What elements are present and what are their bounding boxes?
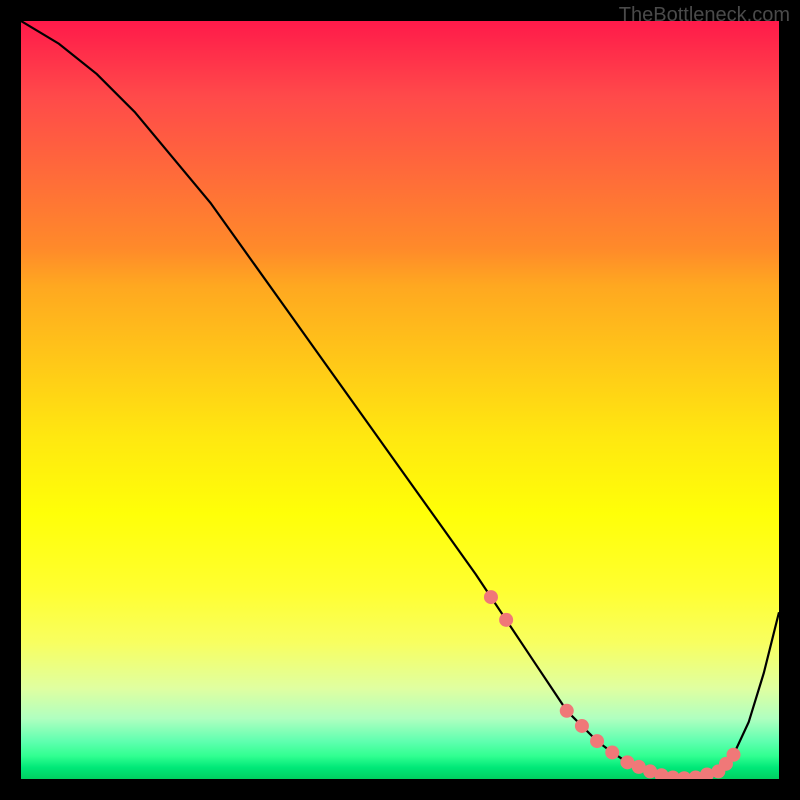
- curve-dot: [575, 719, 589, 733]
- curve-dot: [605, 745, 619, 759]
- curve-dot: [499, 613, 513, 627]
- watermark-text: TheBottleneck.com: [619, 4, 790, 27]
- curve-dot: [484, 590, 498, 604]
- curve-dot: [727, 748, 741, 762]
- curve-svg: [21, 21, 779, 779]
- bottleneck-curve: [21, 21, 779, 778]
- curve-dots: [484, 590, 741, 779]
- curve-dot: [560, 704, 574, 718]
- curve-dot: [590, 734, 604, 748]
- bottleneck-chart: TheBottleneck.com: [0, 0, 800, 800]
